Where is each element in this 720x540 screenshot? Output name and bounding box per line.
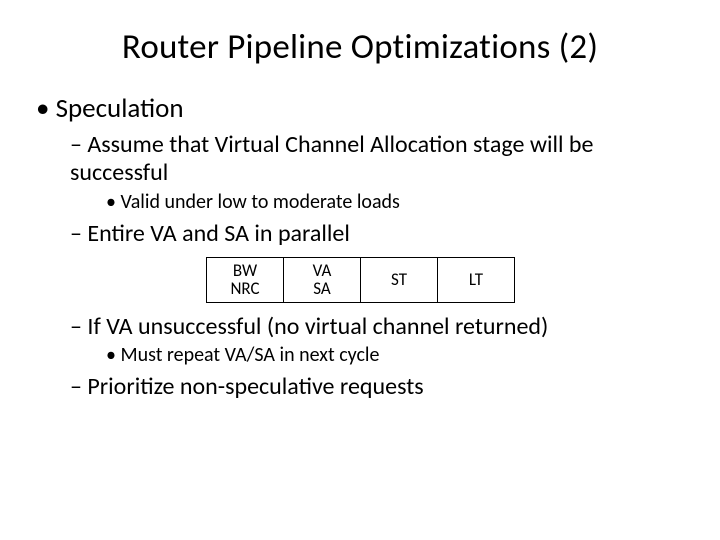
pipeline-stage: ST [360,257,438,303]
bullet-l3: Valid under low to moderate loads [106,191,684,215]
bullet-text: Valid under low to moderate loads [120,190,399,214]
slide: Router Pipeline Optimizations (2) Specul… [0,0,720,540]
stage-label: SA [313,280,331,298]
bullet-list-l3: Must repeat VA/SA in next cycle [106,344,684,368]
bullet-text: Prioritize non-speculative requests [87,372,423,401]
bullet-l2: Entire VA and SA in parallel [70,220,684,248]
stage-label: ST [391,271,407,289]
pipeline-stage: BW NRC [206,257,284,303]
bullet-l1: Speculation Assume that Virtual Channel … [36,92,684,402]
bullet-l2: Assume that Virtual Channel Allocation s… [70,131,684,214]
pipeline-stage: LT [437,257,515,303]
bullet-l3: Must repeat VA/SA in next cycle [106,344,684,368]
stage-label: BW [233,262,257,280]
bullet-list-l2: If VA unsuccessful (no virtual channel r… [70,313,684,402]
pipeline-diagram: BW NRC VA SA ST LT [206,257,684,303]
stage-label: LT [469,271,483,289]
bullet-list: Speculation Assume that Virtual Channel … [36,92,684,402]
bullet-text: Speculation [56,92,184,125]
stage-label: VA [313,262,332,280]
bullet-l2: If VA unsuccessful (no virtual channel r… [70,313,684,368]
bullet-list-l2: Assume that Virtual Channel Allocation s… [70,131,684,249]
stage-label: NRC [230,280,259,298]
bullet-l2: Prioritize non-speculative requests [70,373,684,401]
pipeline-stage: VA SA [283,257,361,303]
bullet-text: Assume that Virtual Channel Allocation s… [70,130,593,187]
slide-title: Router Pipeline Optimizations (2) [36,26,684,68]
bullet-text: Entire VA and SA in parallel [87,219,350,248]
bullet-text: If VA unsuccessful (no virtual channel r… [87,312,548,341]
bullet-text: Must repeat VA/SA in next cycle [120,343,379,367]
bullet-list-l3: Valid under low to moderate loads [106,191,684,215]
